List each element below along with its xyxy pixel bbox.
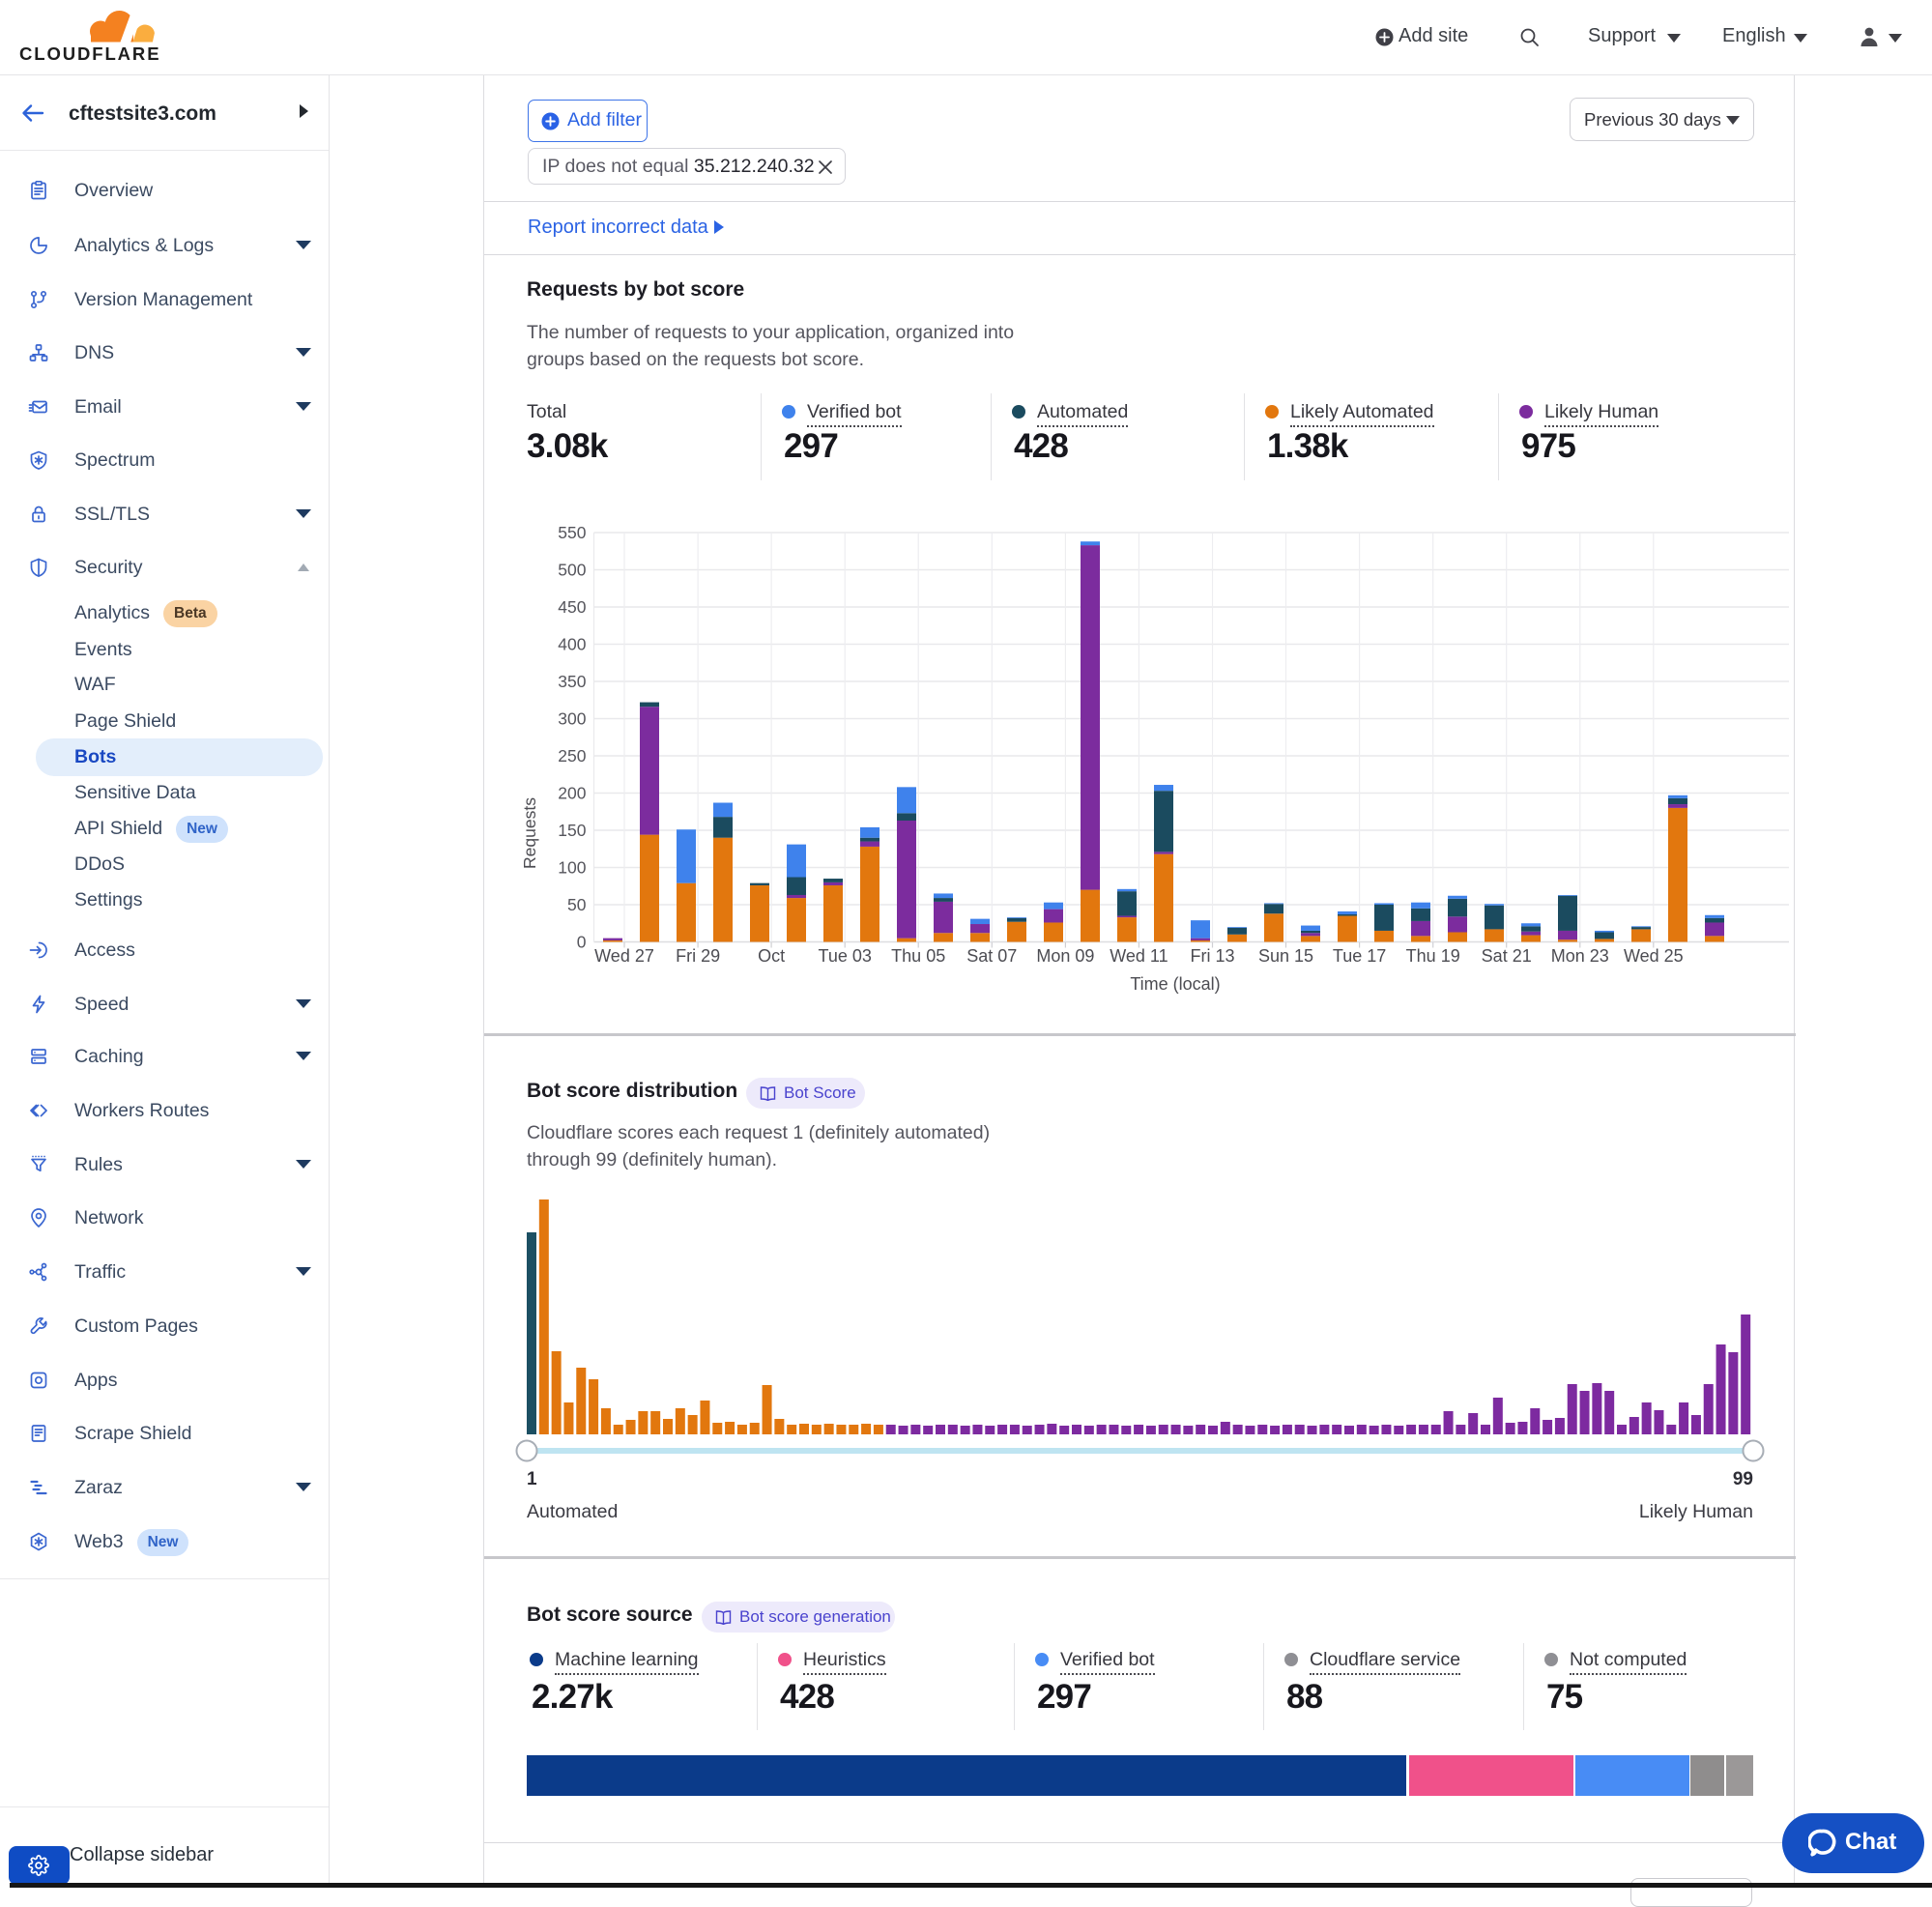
svg-text:Requests: Requests <box>520 797 539 869</box>
svg-text:500: 500 <box>558 561 586 580</box>
svg-text:Mon 09: Mon 09 <box>1036 946 1094 966</box>
svg-text:350: 350 <box>558 672 586 691</box>
svg-text:200: 200 <box>558 784 586 803</box>
svg-text:Wed 27: Wed 27 <box>594 946 654 966</box>
svg-text:150: 150 <box>558 821 586 840</box>
svg-text:Tue 17: Tue 17 <box>1333 946 1386 966</box>
svg-text:100: 100 <box>558 858 586 878</box>
svg-text:Mon 23: Mon 23 <box>1551 946 1609 966</box>
svg-text:450: 450 <box>558 597 586 617</box>
svg-text:Fri 13: Fri 13 <box>1190 946 1234 966</box>
svg-text:250: 250 <box>558 746 586 766</box>
svg-text:300: 300 <box>558 709 586 729</box>
svg-text:CLOUDFLARE: CLOUDFLARE <box>19 43 160 64</box>
svg-text:Thu 19: Thu 19 <box>1406 946 1460 966</box>
svg-text:550: 550 <box>558 523 586 542</box>
svg-text:Time (local): Time (local) <box>1130 974 1220 994</box>
svg-text:Fri 29: Fri 29 <box>676 946 720 966</box>
svg-text:Thu 05: Thu 05 <box>891 946 945 966</box>
svg-text:0: 0 <box>577 933 587 952</box>
svg-text:Sat 21: Sat 21 <box>1482 946 1532 966</box>
svg-text:Tue 03: Tue 03 <box>819 946 872 966</box>
svg-text:50: 50 <box>567 895 587 914</box>
svg-text:400: 400 <box>558 635 586 654</box>
svg-text:Oct: Oct <box>758 946 785 966</box>
svg-text:Sat 07: Sat 07 <box>966 946 1017 966</box>
svg-text:Wed 11: Wed 11 <box>1110 946 1168 966</box>
svg-text:Sun 15: Sun 15 <box>1258 946 1313 966</box>
svg-text:Wed 25: Wed 25 <box>1624 946 1684 966</box>
